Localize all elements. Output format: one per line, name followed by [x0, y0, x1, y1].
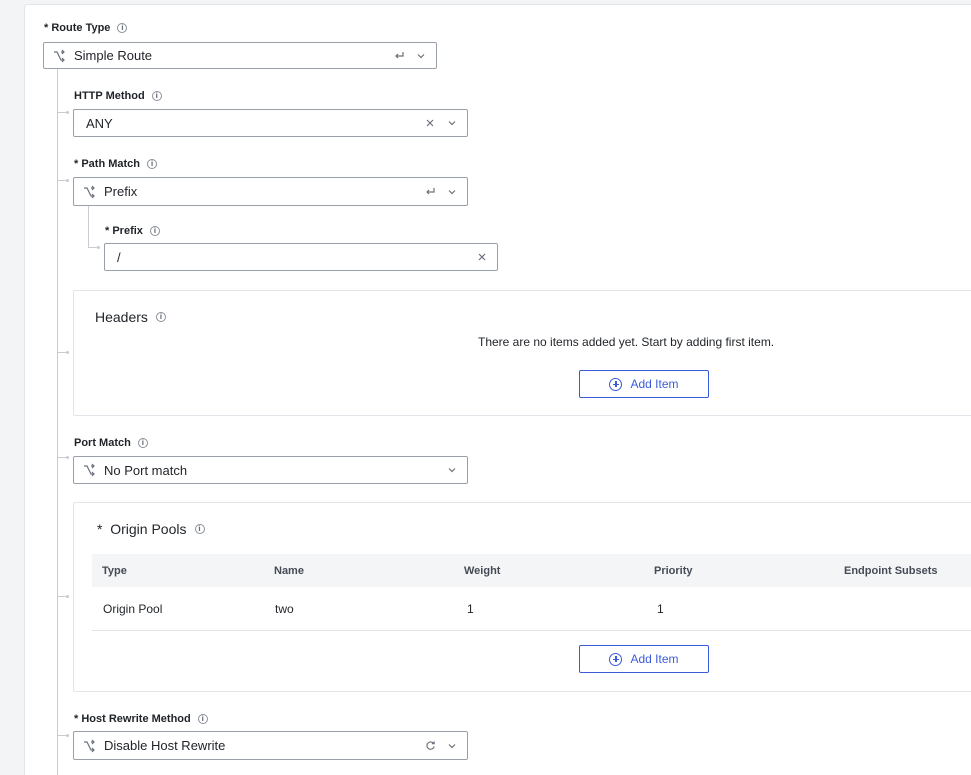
- http-method-value: ANY: [86, 115, 113, 131]
- cell-priority: 1: [657, 602, 664, 616]
- origin-pools-title: * Origin Pools i: [97, 521, 205, 537]
- host-rewrite-value: Disable Host Rewrite: [104, 738, 226, 753]
- column-header-name: Name: [274, 565, 304, 577]
- origin-pools-table-header: Type Name Weight Priority Endpoint Subse…: [92, 554, 971, 587]
- tree-branch-headers: [57, 352, 66, 353]
- cell-weight: 1: [467, 602, 474, 616]
- clear-icon[interactable]: [475, 250, 489, 264]
- tree-dot: [66, 734, 69, 737]
- refresh-icon[interactable]: [423, 739, 437, 753]
- info-icon[interactable]: i: [117, 23, 128, 33]
- plus-circle-icon: [609, 652, 623, 666]
- tree-connector-main: [57, 69, 58, 775]
- column-header-type: Type: [102, 565, 127, 577]
- route-type-value: Simple Route: [74, 48, 153, 63]
- tree-branch-http: [57, 112, 66, 113]
- http-method-select[interactable]: ANY: [73, 109, 468, 137]
- headers-empty-message: There are no items added yet. Start by a…: [478, 335, 775, 349]
- branch-icon: [84, 463, 95, 477]
- tree-branch-prefix: [88, 247, 97, 248]
- return-icon[interactable]: [423, 185, 437, 199]
- column-header-weight: Weight: [464, 565, 501, 577]
- tree-dot: [66, 456, 69, 459]
- http-method-label: HTTP Method i: [74, 90, 162, 102]
- return-icon[interactable]: [392, 49, 406, 63]
- chevron-down-icon[interactable]: [445, 185, 459, 199]
- table-row[interactable]: Origin Pool two 1 1: [92, 587, 971, 631]
- prefix-label: * Prefix i: [105, 225, 160, 237]
- info-icon[interactable]: i: [197, 714, 208, 724]
- tree-branch-path: [57, 180, 66, 181]
- branch-icon: [54, 49, 65, 62]
- path-match-label: * Path Match i: [74, 158, 158, 170]
- port-match-label: Port Match i: [74, 437, 148, 449]
- info-icon[interactable]: i: [147, 159, 158, 169]
- headers-add-item-button[interactable]: Add Item: [579, 370, 709, 398]
- tree-dot: [66, 595, 69, 598]
- info-icon[interactable]: i: [151, 91, 162, 101]
- branch-icon: [84, 739, 95, 752]
- info-icon[interactable]: i: [155, 312, 166, 322]
- port-match-value: No Port match: [104, 462, 188, 478]
- chevron-down-icon[interactable]: [414, 49, 428, 63]
- tree-branch-origin: [57, 596, 66, 597]
- branch-icon: [84, 185, 95, 198]
- clear-icon[interactable]: [423, 116, 437, 130]
- tree-connector-path: [88, 206, 89, 248]
- cell-name: two: [275, 602, 294, 616]
- path-match-select[interactable]: Prefix: [73, 177, 468, 206]
- host-rewrite-label: * Host Rewrite Method i: [74, 713, 208, 725]
- plus-circle-icon: [609, 377, 623, 391]
- origin-pools-add-item-button[interactable]: Add Item: [579, 645, 709, 673]
- info-icon[interactable]: i: [137, 438, 148, 448]
- info-icon[interactable]: i: [194, 524, 205, 534]
- chevron-down-icon[interactable]: [445, 116, 459, 130]
- origin-pools-card: * Origin Pools i Type Name Weight Priori…: [73, 502, 971, 692]
- path-match-value: Prefix: [104, 184, 138, 199]
- port-match-select[interactable]: No Port match: [73, 456, 468, 484]
- prefix-value: /: [117, 249, 121, 265]
- prefix-input[interactable]: /: [104, 243, 498, 271]
- info-icon[interactable]: i: [149, 226, 160, 236]
- chevron-down-icon[interactable]: [445, 463, 459, 477]
- tree-dot: [66, 179, 69, 182]
- tree-dot: [66, 351, 69, 354]
- route-type-label: * Route Type i: [44, 22, 128, 34]
- headers-card: Headers i There are no items added yet. …: [73, 290, 971, 416]
- tree-dot: [66, 111, 69, 114]
- cell-type: Origin Pool: [103, 602, 163, 616]
- column-header-endpoint-subsets: Endpoint Subsets: [844, 565, 938, 577]
- tree-branch-host: [57, 735, 66, 736]
- chevron-down-icon[interactable]: [445, 739, 459, 753]
- tree-branch-port: [57, 457, 66, 458]
- tree-dot: [97, 246, 100, 249]
- column-header-priority: Priority: [654, 565, 693, 577]
- route-type-select[interactable]: Simple Route: [43, 42, 437, 69]
- host-rewrite-select[interactable]: Disable Host Rewrite: [73, 731, 468, 760]
- headers-title: Headers i: [95, 309, 166, 325]
